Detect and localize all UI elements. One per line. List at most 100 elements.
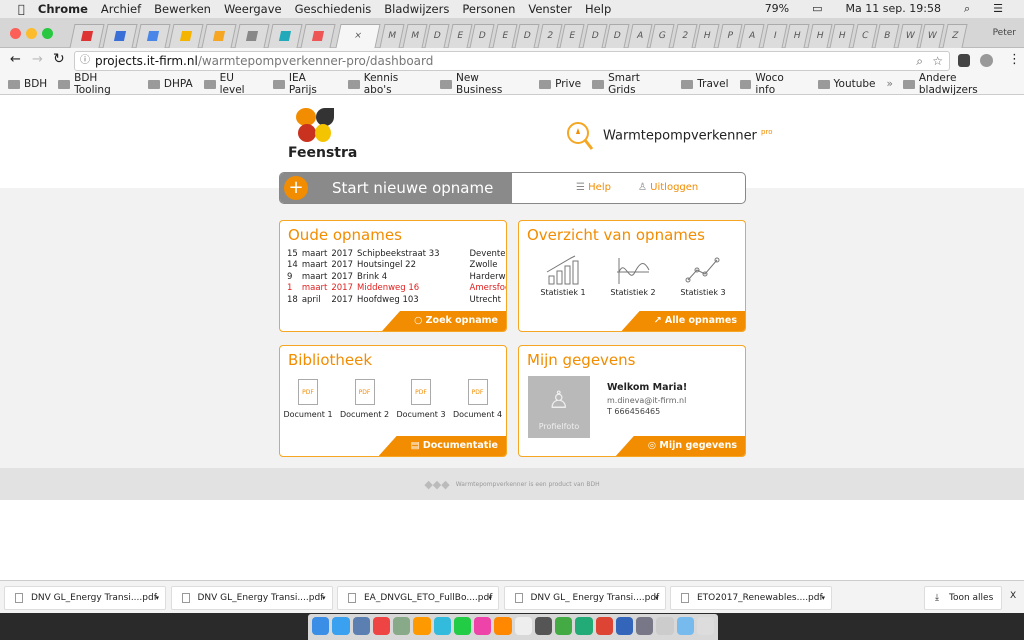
tab[interactable]: D	[604, 24, 630, 48]
survey-row[interactable]: 18 april 2017 Hoofdweg 103 Utrecht	[287, 294, 506, 306]
tab[interactable]	[201, 24, 237, 48]
close-window-button[interactable]	[10, 28, 21, 39]
tab[interactable]	[267, 24, 303, 48]
tab[interactable]: A	[739, 24, 765, 48]
tab-close-icon[interactable]: ×	[353, 31, 363, 41]
dock-app-icon[interactable]	[575, 617, 593, 635]
minimize-window-button[interactable]	[26, 28, 37, 39]
bookmark-folder[interactable]: EU level	[203, 72, 262, 96]
clock[interactable]: Ma 11 sep. 19:58	[846, 2, 941, 16]
tab[interactable]: M	[379, 24, 405, 48]
reload-icon[interactable]: ↻	[53, 51, 65, 67]
tab[interactable]: C	[851, 24, 878, 48]
bookmark-folder[interactable]: New Business	[440, 72, 528, 96]
tab[interactable]: 2	[536, 24, 563, 48]
statistic-2[interactable]: Statistiek 2	[603, 254, 663, 297]
dock-app-icon[interactable]	[393, 617, 411, 635]
bookmark-folder[interactable]: DHPA	[147, 78, 193, 90]
my-details-button[interactable]: ◎ Mijn gegevens	[615, 436, 745, 456]
tab[interactable]: M	[401, 24, 428, 48]
tab-active[interactable]: ×	[335, 24, 381, 48]
download-item[interactable]: EA_DNVGL_ETO_FullBo....pdf ▾	[337, 586, 499, 610]
evernote-extension-icon[interactable]	[958, 54, 970, 67]
tab[interactable]: H	[829, 24, 855, 48]
documentation-button[interactable]: ▤ Documentatie	[378, 436, 506, 456]
menu-bewerken[interactable]: Bewerken	[154, 2, 211, 16]
logout-link[interactable]: ♙ Uitloggen	[638, 182, 698, 193]
url-input[interactable]: ⓘ projects.it-firm.nl/warmtepompverkenne…	[74, 51, 950, 71]
bookmark-folder[interactable]: Prive	[539, 78, 581, 90]
tab[interactable]: D	[581, 24, 608, 48]
dock-app-icon[interactable]	[474, 617, 492, 635]
dock-app-icon[interactable]	[656, 617, 674, 635]
tab[interactable]	[300, 24, 336, 48]
document-item[interactable]: PDF Document 1	[283, 379, 333, 419]
dock-app-icon[interactable]	[514, 617, 532, 635]
bookmark-folder[interactable]: Youtube	[817, 78, 876, 90]
tab[interactable]: G	[649, 24, 675, 48]
apple-icon[interactable]: 	[18, 2, 25, 16]
bookmark-star-icon[interactable]: ☆	[932, 52, 943, 70]
tab[interactable]: A	[626, 24, 653, 48]
document-item[interactable]: PDF Document 3	[396, 379, 446, 419]
tab[interactable]: 2	[671, 24, 698, 48]
menu-app[interactable]: Chrome	[38, 2, 88, 16]
tab[interactable]: I	[761, 24, 788, 48]
dock-app-icon[interactable]	[413, 617, 431, 635]
close-downloads-button[interactable]: X	[1010, 591, 1016, 601]
battery-icon[interactable]: ▭	[812, 2, 822, 16]
notification-center-icon[interactable]: ☰	[993, 2, 1003, 16]
zoom-icon[interactable]: ⌕	[916, 52, 923, 70]
bookmark-folder[interactable]: Travel	[681, 78, 729, 90]
tab[interactable]: E	[491, 24, 518, 48]
statistic-1[interactable]: Statistiek 1	[533, 254, 593, 297]
chevron-down-icon[interactable]: ▾	[655, 587, 659, 609]
dock-app-icon[interactable]	[595, 617, 613, 635]
dock-app-icon[interactable]	[372, 617, 390, 635]
profile-photo[interactable]: ♙ Profielfoto	[528, 376, 590, 438]
other-bookmarks[interactable]: Andere bladwijzers	[902, 72, 1018, 96]
dock-app-icon[interactable]	[352, 617, 370, 635]
download-item[interactable]: ETO2017_Renewables....pdf ▾	[670, 586, 832, 610]
tab[interactable]: H	[784, 24, 810, 48]
tab[interactable]: D	[424, 24, 450, 48]
tab[interactable]	[234, 24, 270, 48]
survey-row[interactable]: 14 maart 2017 Houtsingel 22 Zwolle	[287, 260, 506, 272]
tab[interactable]: E	[559, 24, 585, 48]
bookmark-folder[interactable]: Woco info	[739, 72, 807, 96]
dock-app-icon[interactable]	[453, 617, 471, 635]
dock-app-icon[interactable]	[433, 617, 451, 635]
download-item[interactable]: DNV GL_Energy Transi....pdf ▾	[170, 586, 333, 610]
chevron-down-icon[interactable]: ▾	[488, 587, 492, 609]
chevron-down-icon[interactable]: ▾	[322, 587, 326, 609]
tab[interactable]: H	[806, 24, 833, 48]
bookmark-folder[interactable]: Smart Grids	[592, 72, 670, 96]
menu-personen[interactable]: Personen	[462, 2, 515, 16]
info-icon[interactable]: ⓘ	[80, 52, 90, 70]
download-item[interactable]: DNV GL_ Energy Transi....pdf ▾	[503, 586, 666, 610]
survey-row[interactable]: 1maart2017Middenweg 16Amersfoort!	[287, 283, 506, 295]
bookmark-folder[interactable]: BDH Tooling	[58, 72, 137, 96]
menu-help[interactable]: Help	[585, 2, 611, 16]
dock-app-icon[interactable]	[332, 617, 350, 635]
menu-bladwijzers[interactable]: Bladwijzers	[384, 2, 449, 16]
more-bookmarks-button[interactable]: »	[887, 78, 893, 90]
dock-app-icon[interactable]	[615, 617, 633, 635]
tab[interactable]: W	[896, 24, 923, 48]
all-surveys-button[interactable]: ↗ Alle opnames	[621, 311, 745, 331]
back-icon[interactable]: ←	[10, 52, 21, 67]
tab[interactable]	[168, 24, 204, 48]
tab[interactable]	[102, 24, 138, 48]
document-item[interactable]: PDF Document 2	[340, 379, 390, 419]
menu-geschiedenis[interactable]: Geschiedenis	[295, 2, 372, 16]
dock-app-icon[interactable]	[555, 617, 573, 635]
survey-row[interactable]: 9 maart2017 Brink 4 Harderwijk	[287, 271, 506, 283]
dock-app-icon[interactable]	[696, 617, 714, 635]
tab[interactable]: E	[446, 24, 473, 48]
show-all-downloads-button[interactable]: ⤓ Toon alles	[924, 586, 1002, 610]
forward-icon[interactable]: →	[32, 52, 43, 67]
tab[interactable]: Z	[941, 24, 968, 48]
tab[interactable]	[135, 24, 171, 48]
statistic-3[interactable]: Statistiek 3	[673, 254, 733, 297]
spotlight-search-icon[interactable]: ⌕	[964, 2, 970, 16]
